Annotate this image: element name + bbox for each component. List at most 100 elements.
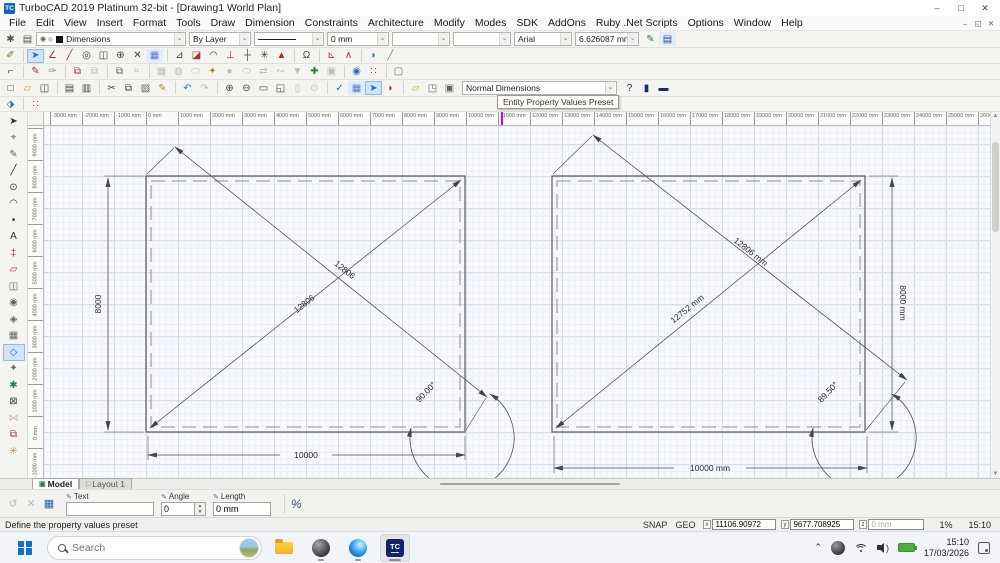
separator[interactable] [163,49,168,62]
paste-entity-icon[interactable]: ⧉ [86,65,103,79]
length-input[interactable] [213,502,271,516]
tab-model[interactable]: ▣ Model [32,478,79,489]
zoom-out-icon[interactable]: ⊖ [238,81,255,95]
unit-mode-icon[interactable]: % [291,497,302,511]
scroll-up-icon[interactable]: ▲ [991,113,1000,119]
redline-icon[interactable]: ✓ [331,81,348,95]
separator[interactable] [19,49,24,62]
external-ref-icon[interactable]: ◳ [424,81,441,95]
angle-lock-icon[interactable]: ⊾ [323,49,340,63]
menu-item[interactable]: Architecture [363,17,429,29]
turbocad-taskbar-button[interactable]: TC [380,534,410,562]
tray-app-icon[interactable] [831,541,845,555]
taskbar-search[interactable] [47,536,262,560]
printer-properties-icon[interactable]: ▤ [659,32,676,46]
explode-icon[interactable]: ⌗ [128,65,145,79]
copy-tool-icon[interactable]: ⧉ [3,427,25,444]
zoom-window-icon[interactable]: ▭ [255,81,272,95]
menu-item[interactable]: Window [729,17,776,29]
hatch-icon[interactable]: ✎ [27,65,44,79]
intersection-snap-icon[interactable]: ✕ [129,49,146,63]
design-director-icon[interactable]: ⬗ [2,97,19,111]
drawing-canvas[interactable]: 8000 10000 12806 12806 90.00° [44,126,990,478]
z-coordinate-input[interactable] [868,519,924,530]
menu-item[interactable]: Dimension [240,17,300,29]
open-file-icon[interactable]: ▱ [19,81,36,95]
inspector-menu-icon[interactable]: ↺ [4,495,22,513]
layer-combo[interactable]: ◉ Dimensions [36,32,186,46]
empty-combo-2[interactable] [453,32,511,46]
menu-item[interactable]: Insert [92,17,128,29]
zoom-in-icon[interactable]: ⊕ [221,81,238,95]
taskbar-clock[interactable]: 15:10 17/03/2026 [924,537,969,559]
modify-tool-icon[interactable]: ✦ [3,361,25,378]
ortho-mode-icon[interactable]: Ω [298,49,315,63]
separator[interactable] [19,65,24,78]
apply-properties-icon[interactable]: ✎ [642,32,659,46]
origin-snap-icon[interactable]: ⊕ [112,49,129,63]
menu-item[interactable]: Modify [429,17,470,29]
print-style-icon[interactable]: ▤ [19,32,36,46]
settings-tool-icon[interactable]: ✱ [3,377,25,394]
undo-icon[interactable]: ↶ [179,81,196,95]
separator[interactable] [290,49,295,62]
start-button[interactable] [10,534,40,562]
separator[interactable] [399,81,404,94]
format-painter-icon[interactable]: ✎ [154,81,171,95]
maximize-button[interactable]: □ [950,1,972,15]
context-help-icon[interactable]: ? [621,81,638,95]
select-region-icon[interactable]: ▢ [390,65,407,79]
close-button[interactable]: ✕ [974,1,996,15]
separator[interactable] [61,65,66,78]
quadrant-snap-icon[interactable]: ◫ [95,49,112,63]
menu-item[interactable]: Ruby .Net Scripts [591,17,683,29]
horizontal-scrollbar-thumb[interactable] [440,483,620,485]
mdi-minimize-button[interactable]: – [960,19,970,28]
add-node-icon[interactable]: ✚ [306,65,323,79]
text-input[interactable] [66,502,154,516]
volume-icon[interactable]: ) [877,543,889,553]
wifi-icon[interactable] [854,543,868,553]
properties-icon[interactable]: ▣ [441,81,458,95]
x-coordinate-input[interactable] [712,519,776,530]
edit-node-icon[interactable]: ⌖ [3,130,25,147]
color-combo[interactable]: By Layer [189,32,251,46]
menu-item[interactable]: Constraints [300,17,363,29]
file-explorer-button[interactable] [269,534,299,562]
empty-combo-1[interactable] [392,32,450,46]
snap-toggle[interactable]: SNAP [643,520,668,530]
center-snap-icon[interactable]: ◎ [78,49,95,63]
point-mark-icon[interactable]: ● [221,65,238,79]
font-combo[interactable]: Arial [514,32,572,46]
separator[interactable] [213,81,218,94]
line-tool-icon[interactable]: ╱ [3,163,25,180]
array-icon[interactable]: ▦ [153,65,170,79]
inspector-cancel-icon[interactable]: ✕ [22,495,40,513]
sketch-tool-icon[interactable]: ✎ [3,146,25,163]
separator[interactable] [357,49,362,62]
dimension-tool-icon[interactable]: ‡ [3,245,25,262]
vertex-snap-icon[interactable]: ∠ [44,49,61,63]
explode-tool-icon[interactable]: ✳ [3,443,25,460]
minimize-button[interactable]: – [926,1,948,15]
face-snap-icon[interactable]: ◪ [188,49,205,63]
magnetic-point-icon[interactable]: ▲ [273,49,290,63]
separator[interactable] [382,65,387,78]
target-icon[interactable]: ◉ [348,65,365,79]
stepper-down-icon[interactable]: ▼ [195,509,205,515]
magic-wand-icon[interactable]: ✦ [204,65,221,79]
menu-item[interactable]: View [59,17,92,29]
chain-icon[interactable]: ∾ [272,65,289,79]
cut-icon[interactable]: ✂ [103,81,120,95]
geo-toggle[interactable]: GEO [675,520,695,530]
save-file-icon[interactable]: ◫ [36,81,53,95]
solid-tool-icon[interactable]: ◈ [3,311,25,328]
menu-item[interactable]: File [4,17,31,29]
y-coordinate-input[interactable] [790,519,854,530]
no-snap-icon[interactable]: ➤ [27,49,44,63]
circle-tool-icon[interactable]: ⊙ [3,179,25,196]
eraser-icon[interactable]: ⬭ [238,65,255,79]
divide-snap-icon[interactable]: ✳ [256,49,273,63]
separator[interactable] [340,65,345,78]
blob-icon[interactable]: ⬭ [187,65,204,79]
